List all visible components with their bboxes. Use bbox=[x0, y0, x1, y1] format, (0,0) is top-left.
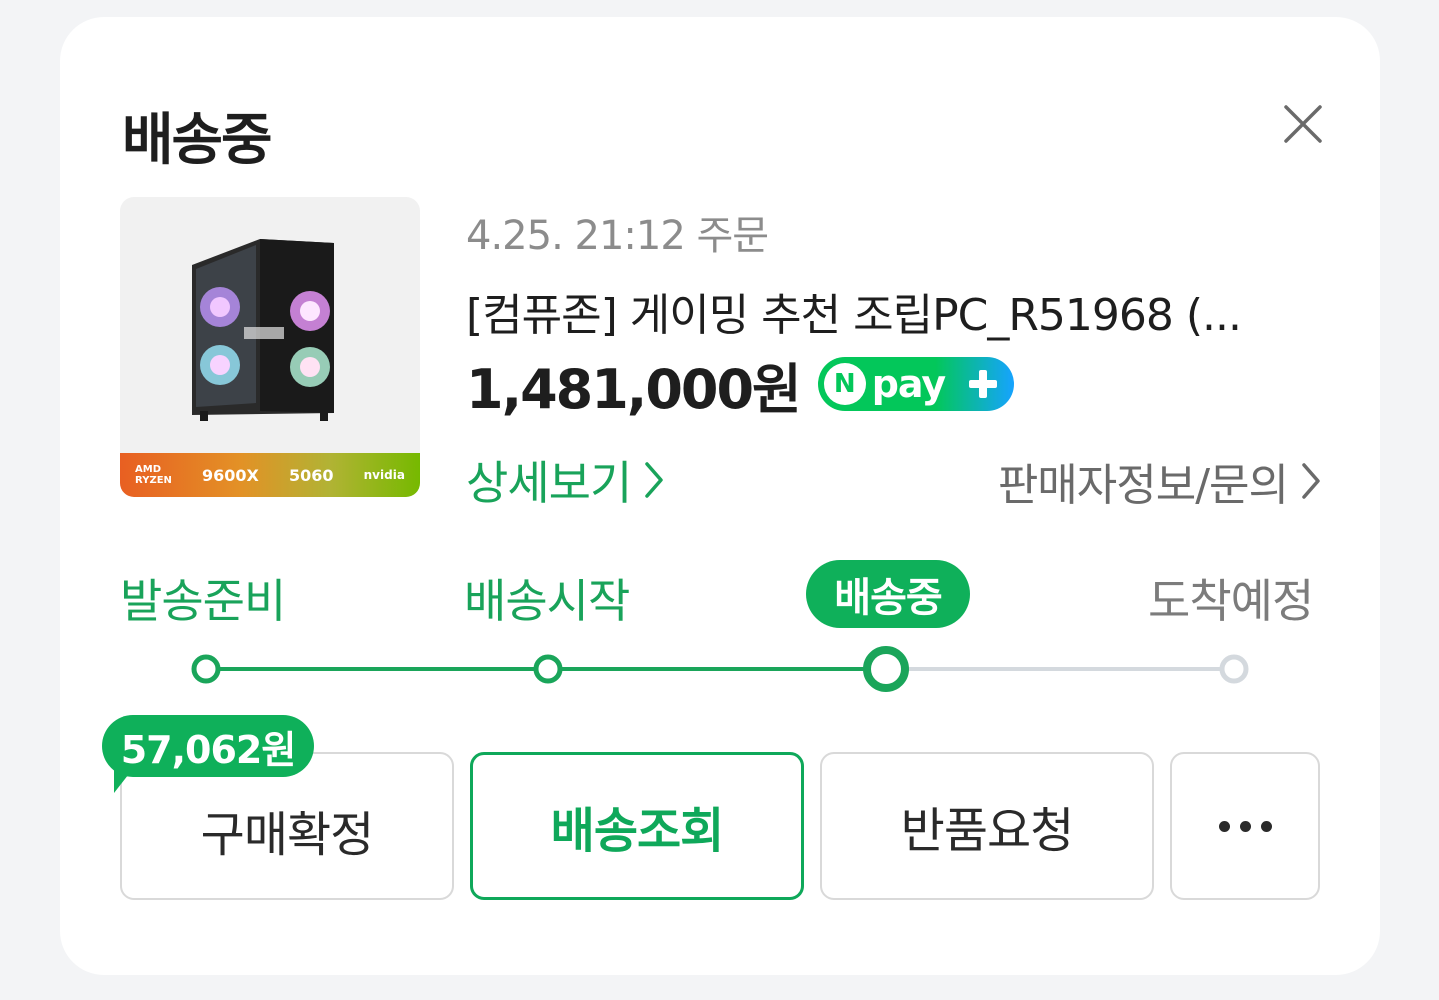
progress-dot-ready bbox=[191, 654, 221, 684]
delivery-progress-track bbox=[191, 646, 1249, 692]
step-label-started: 배송시작 bbox=[464, 574, 630, 628]
step-label-ready: 발송준비 bbox=[120, 574, 286, 628]
gpu-label: 5060 bbox=[289, 465, 334, 485]
npay-n-icon: N bbox=[823, 363, 866, 405]
confirm-purchase-label: 구매확정 bbox=[200, 807, 375, 863]
track-delivery-label: 배송조회 bbox=[550, 803, 725, 859]
progress-dot-in-transit bbox=[863, 646, 909, 692]
npay-label: pay bbox=[871, 362, 946, 406]
product-name[interactable]: [컴퓨존] 게이밍 추천 조립PC_R51968 (... bbox=[466, 279, 1316, 343]
reward-bubble: 57,062원 bbox=[102, 715, 314, 777]
more-options-button[interactable] bbox=[1170, 752, 1320, 900]
pc-case-image bbox=[192, 239, 334, 421]
order-date: 4.25. 21:12 주문 bbox=[466, 213, 769, 259]
delivery-card: 배송중 AMD RYZEN 9600X 5060 nvidia 4.25. 21… bbox=[60, 17, 1380, 975]
more-horizontal-icon bbox=[1218, 820, 1272, 832]
return-request-label: 반품요청 bbox=[900, 803, 1075, 859]
npay-plus-badge: N pay bbox=[817, 357, 1014, 411]
detail-link[interactable]: 상세보기 bbox=[466, 447, 665, 513]
progress-dot-started bbox=[533, 654, 563, 684]
product-price: 1,481,000원 bbox=[466, 357, 802, 421]
amd-ryzen-logo: AMD RYZEN bbox=[135, 464, 172, 486]
seller-info-label: 판매자정보/문의 bbox=[997, 460, 1289, 511]
close-icon[interactable] bbox=[1278, 99, 1328, 149]
return-request-button[interactable]: 반품요청 bbox=[820, 752, 1154, 900]
progress-dot-arrival bbox=[1219, 654, 1249, 684]
spec-band: AMD RYZEN 9600X 5060 nvidia bbox=[120, 453, 420, 497]
track-delivery-button[interactable]: 배송조회 bbox=[470, 752, 804, 900]
nvidia-logo: nvidia bbox=[363, 468, 405, 482]
page-title: 배송중 bbox=[122, 108, 273, 173]
plus-icon bbox=[968, 370, 997, 398]
chevron-right-icon bbox=[1302, 463, 1320, 499]
cpu-label: 9600X bbox=[202, 465, 259, 485]
chevron-right-icon bbox=[645, 462, 664, 498]
detail-link-label: 상세보기 bbox=[466, 456, 632, 510]
price-row: 1,481,000원 N pay bbox=[466, 351, 1014, 421]
product-thumbnail[interactable]: AMD RYZEN 9600X 5060 nvidia bbox=[120, 197, 420, 497]
step-label-in-transit: 배송중 bbox=[806, 560, 970, 628]
seller-info-link[interactable]: 판매자정보/문의 bbox=[998, 449, 1322, 513]
step-label-arrival: 도착예정 bbox=[1148, 574, 1314, 628]
